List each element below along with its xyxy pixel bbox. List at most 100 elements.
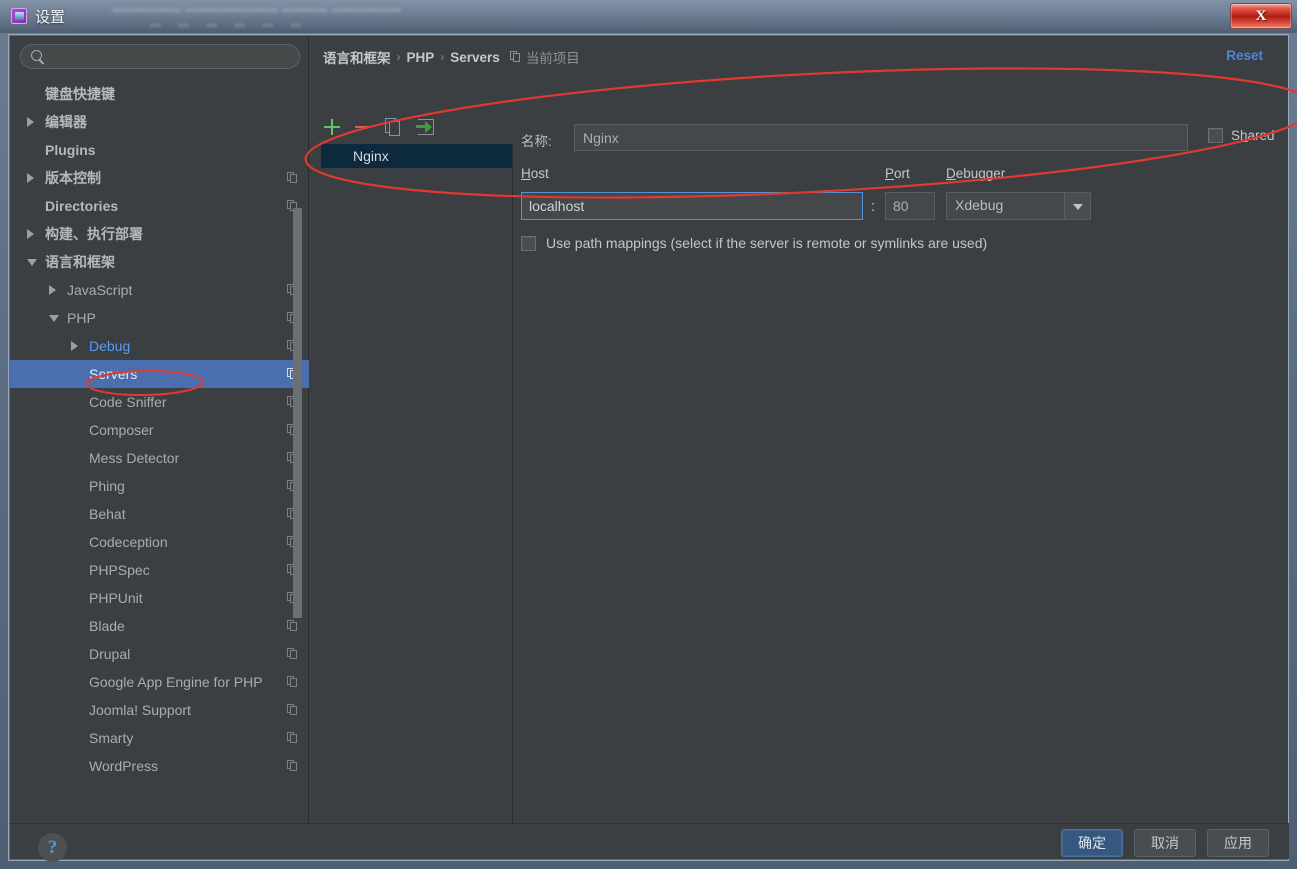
use-path-mappings-label: Use path mappings (select if the server …	[546, 235, 988, 251]
add-icon[interactable]	[321, 116, 343, 138]
sidebar-item-composer[interactable]: Composer	[10, 416, 309, 444]
sidebar-item-smarty[interactable]: Smarty	[10, 724, 309, 752]
import-icon[interactable]	[415, 116, 437, 138]
chevron-right-icon[interactable]	[49, 285, 56, 295]
project-scope-icon	[287, 760, 298, 772]
shared-label-pre: S	[1231, 128, 1241, 143]
chevron-right-icon[interactable]	[27, 229, 34, 239]
sidebar-item-wordpress[interactable]: WordPress	[10, 752, 309, 780]
breadcrumb-item-0[interactable]: 语言和框架	[323, 47, 391, 67]
sidebar-item-label: 版本控制	[45, 170, 101, 186]
sidebar-item-debug[interactable]: Debug	[10, 332, 309, 360]
app-icon	[11, 8, 27, 24]
host-label: Host	[521, 166, 549, 181]
sidebar-item-google-app-engine-for-php[interactable]: Google App Engine for PHP	[10, 668, 309, 696]
chevron-right-icon[interactable]	[27, 173, 34, 183]
reset-link[interactable]: Reset	[1226, 48, 1263, 63]
copy-icon[interactable]	[384, 116, 406, 138]
chevron-right-icon[interactable]	[71, 341, 78, 351]
settings-tree[interactable]: 键盘快捷键编辑器 Plugins 版本控制 Directories 构建、执行部署语言和…	[10, 80, 309, 825]
port-input[interactable]	[885, 192, 935, 220]
shared-checkbox-box[interactable]	[1208, 128, 1223, 143]
sidebar-item-servers[interactable]: Servers	[10, 360, 309, 388]
project-scope-icon	[287, 732, 298, 744]
server-toolbar	[321, 116, 511, 142]
debugger-label-mnemonic: D	[946, 166, 956, 181]
name-label: 名称:	[521, 134, 552, 149]
sidebar-scrollbar-track[interactable]	[293, 208, 302, 663]
sidebar-item-label: Codeception	[89, 534, 168, 550]
debugger-selected-value: Xdebug	[955, 197, 1004, 213]
background-window-menu: ▬ ▬ ▬ ▬ ▬ ▬	[150, 18, 309, 30]
search-field[interactable]	[20, 44, 300, 69]
sidebar-item-label: Phing	[89, 478, 125, 494]
host-port-separator: :	[871, 198, 876, 215]
use-path-mappings-checkbox[interactable]: Use path mappings (select if the server …	[521, 235, 987, 251]
sidebar-item-php[interactable]: PHP	[10, 304, 309, 332]
sidebar-item-label: WordPress	[89, 758, 158, 774]
search-input[interactable]	[50, 47, 288, 65]
window-title: 设置	[35, 9, 66, 26]
sidebar-item-label: 编辑器	[45, 114, 87, 130]
sidebar-item-phing[interactable]: Phing	[10, 472, 309, 500]
ok-button[interactable]: 确定	[1061, 829, 1123, 857]
sidebar-item-[interactable]: 编辑器	[10, 108, 309, 136]
project-scope-icon	[287, 704, 298, 716]
debugger-label-rest: ebugger	[955, 166, 1006, 181]
use-path-mappings-box[interactable]	[521, 235, 536, 251]
breadcrumb-separator: ›	[396, 50, 401, 64]
dialog-footer: ? 确定 取消 应用	[10, 823, 1289, 862]
sidebar-item-label: Joomla! Support	[89, 702, 191, 718]
project-scope-icon	[287, 172, 298, 184]
sidebar-item-code-sniffer[interactable]: Code Sniffer	[10, 388, 309, 416]
close-button[interactable]: X	[1230, 3, 1292, 29]
sidebar-item-label: Google App Engine for PHP	[89, 674, 263, 690]
sidebar-item-phpspec[interactable]: PHPSpec	[10, 556, 309, 584]
breadcrumb-item-1[interactable]: PHP	[407, 50, 435, 65]
help-button[interactable]: ?	[38, 833, 67, 862]
server-settings-form: 名称: Shared Host Port Debugger : Xdebug	[514, 116, 1288, 816]
sidebar-item-directories[interactable]: Directories	[10, 192, 309, 220]
chevron-down-icon[interactable]	[27, 259, 37, 266]
sidebar-item-javascript[interactable]: JavaScript	[10, 276, 309, 304]
project-scope-label: 当前项目	[525, 51, 580, 66]
sidebar-item-[interactable]: 版本控制	[10, 164, 309, 192]
sidebar-item-label: 构建、执行部署	[45, 226, 143, 242]
shared-checkbox[interactable]: Shared	[1208, 128, 1275, 143]
chevron-down-icon[interactable]	[49, 315, 59, 322]
sidebar-item-joomla-support[interactable]: Joomla! Support	[10, 696, 309, 724]
sidebar-scrollbar-thumb[interactable]	[293, 208, 302, 618]
cancel-button[interactable]: 取消	[1134, 829, 1196, 857]
sidebar-item-behat[interactable]: Behat	[10, 500, 309, 528]
chevron-down-icon[interactable]	[1064, 193, 1090, 219]
breadcrumb-item-2[interactable]: Servers	[450, 50, 500, 65]
sidebar-item-label: Debug	[89, 338, 131, 354]
sidebar-item-plugins[interactable]: Plugins	[10, 136, 309, 164]
host-input[interactable]	[521, 192, 863, 220]
title-bar: ▬▬▬▬▬▬ ▬▬▬▬▬▬▬▬ ▬▬▬▬ ▬▬▬▬▬▬ ▬ ▬ ▬ ▬ ▬ ▬ …	[0, 0, 1297, 33]
server-list-item[interactable]: Nginx	[321, 144, 512, 168]
debugger-select[interactable]: Xdebug	[946, 192, 1091, 220]
port-label-mnemonic: P	[885, 166, 895, 181]
remove-icon[interactable]	[352, 116, 374, 138]
breadcrumb-separator: ›	[440, 50, 445, 64]
host-label-rest: ost	[530, 166, 549, 181]
sidebar-item-[interactable]: 构建、执行部署	[10, 220, 309, 248]
server-list[interactable]: Nginx	[321, 144, 513, 824]
port-label: Port	[885, 166, 910, 181]
sidebar-item-phpunit[interactable]: PHPUnit	[10, 584, 309, 612]
project-scope-icon	[287, 676, 298, 688]
shared-label-mnemonic: h	[1240, 128, 1248, 143]
sidebar-item-drupal[interactable]: Drupal	[10, 640, 309, 668]
sidebar-item-blade[interactable]: Blade	[10, 612, 309, 640]
sidebar-item-label: Servers	[89, 366, 138, 382]
sidebar-item-label: Mess Detector	[89, 450, 180, 466]
chevron-right-icon[interactable]	[27, 117, 34, 127]
sidebar-item-label: Directories	[45, 198, 119, 214]
sidebar-item-codeception[interactable]: Codeception	[10, 528, 309, 556]
sidebar-item-mess-detector[interactable]: Mess Detector	[10, 444, 309, 472]
sidebar-item-[interactable]: 键盘快捷键	[10, 80, 309, 108]
apply-button[interactable]: 应用	[1207, 829, 1269, 857]
sidebar-item-[interactable]: 语言和框架	[10, 248, 309, 276]
name-input[interactable]	[574, 124, 1188, 151]
